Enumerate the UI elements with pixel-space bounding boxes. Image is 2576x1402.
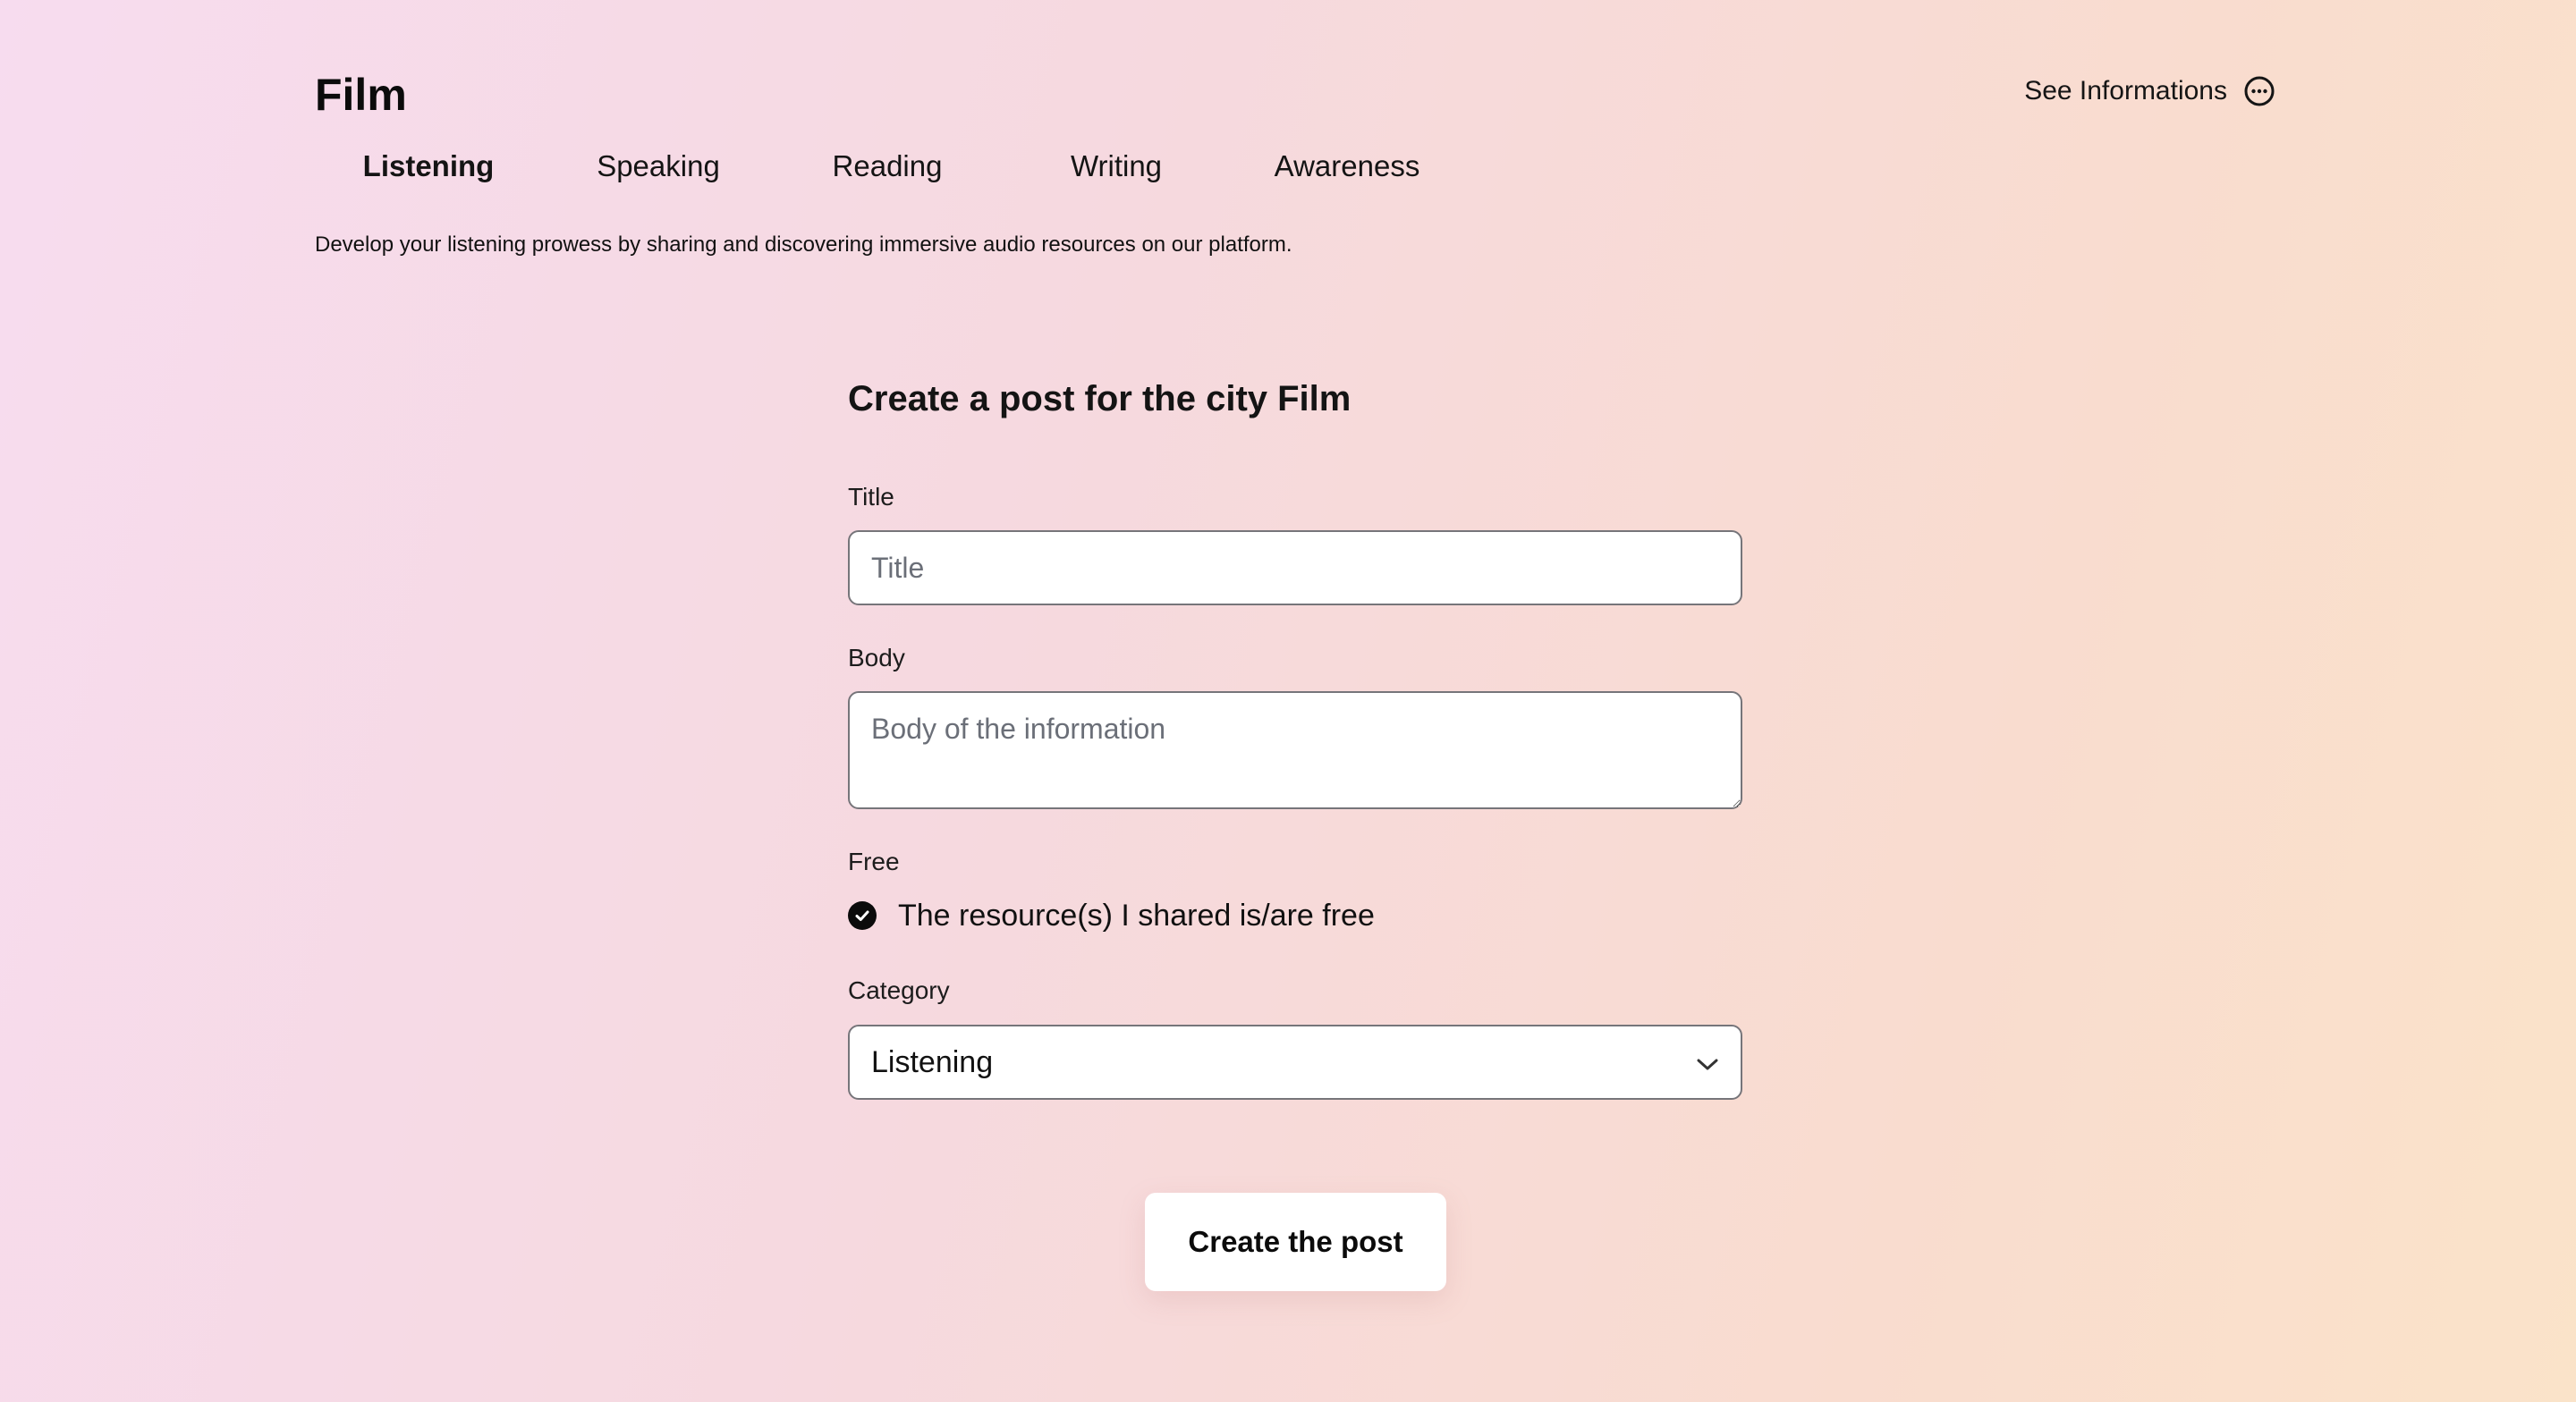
more-circle-icon xyxy=(2243,75,2275,107)
category-select[interactable]: Listening xyxy=(848,1025,1742,1100)
category-selected-value: Listening xyxy=(871,1044,994,1079)
free-checkbox-label: The resource(s) I shared is/are free xyxy=(898,899,1375,933)
title-input[interactable] xyxy=(848,530,1742,605)
category-tabs: Listening Speaking Reading Writing Aware… xyxy=(315,145,1478,188)
tab-listening[interactable]: Listening xyxy=(363,145,495,188)
see-informations-label: See Informations xyxy=(2024,76,2227,106)
free-checkbox[interactable]: The resource(s) I shared is/are free xyxy=(848,896,1375,935)
form-heading: Create a post for the city Film xyxy=(848,379,1352,418)
page-description: Develop your listening prowess by sharin… xyxy=(315,232,1292,257)
tab-awareness[interactable]: Awareness xyxy=(1275,145,1420,188)
body-label: Body xyxy=(848,644,905,671)
chevron-down-icon xyxy=(1696,1046,1719,1079)
page-title: Film xyxy=(315,70,407,120)
create-post-button[interactable]: Create the post xyxy=(1145,1193,1446,1291)
tab-speaking[interactable]: Speaking xyxy=(597,145,720,188)
tab-reading[interactable]: Reading xyxy=(833,145,943,188)
free-label: Free xyxy=(848,848,900,875)
create-post-form: Create a post for the city Film Title Bo… xyxy=(848,374,1742,1100)
title-label: Title xyxy=(848,483,894,511)
category-label: Category xyxy=(848,976,950,1004)
see-informations-link[interactable]: See Informations xyxy=(2024,75,2275,107)
body-textarea[interactable] xyxy=(848,691,1742,809)
tab-writing[interactable]: Writing xyxy=(1071,145,1162,188)
check-circle-icon xyxy=(848,901,877,930)
